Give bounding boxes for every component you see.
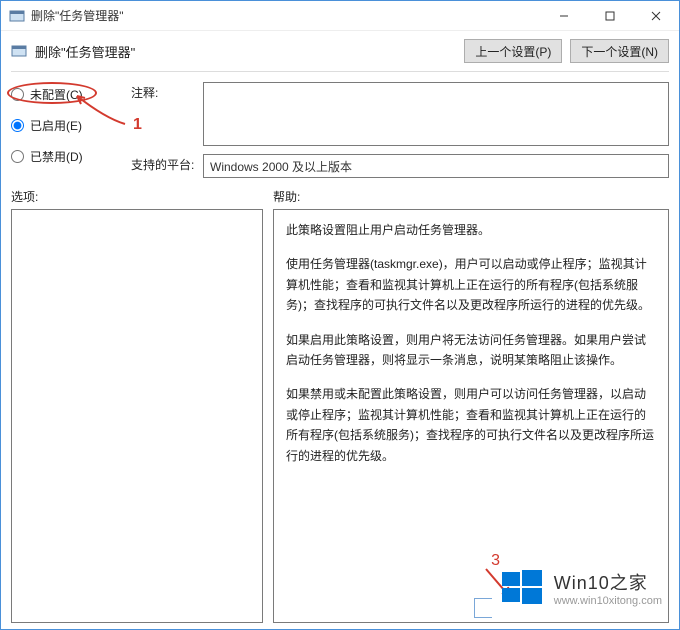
help-paragraph: 如果禁用或未配置此策略设置，则用户可以访问任务管理器，以启动或停止程序；监视其计… [286,384,656,466]
radio-enabled[interactable]: 已启用(E) [11,117,121,134]
divider [11,71,669,72]
config-area: 未配置(C) 已启用(E) 已禁用(D) 1 注释: 支持的平台: [1,76,679,182]
window-controls [541,1,679,31]
radio-label: 已启用(E) [30,117,82,134]
help-column: 帮助: 此策略设置阻止用户启动任务管理器。 使用任务管理器(taskmgr.ex… [273,188,669,623]
lower-area: 选项: 帮助: 此策略设置阻止用户启动任务管理器。 使用任务管理器(taskmg… [1,182,679,629]
next-setting-button[interactable]: 下一个设置(N) [570,39,669,63]
watermark: Win10之家 www.win10xitong.com [500,566,662,610]
help-text-box: 此策略设置阻止用户启动任务管理器。 使用任务管理器(taskmgr.exe)，用… [273,209,669,623]
help-paragraph: 使用任务管理器(taskmgr.exe)，用户可以启动或停止程序；监视其计算机性… [286,254,656,315]
comment-label: 注释: [131,82,195,146]
comment-row: 注释: [131,82,669,146]
radio-group: 未配置(C) 已启用(E) 已禁用(D) 1 [11,82,121,178]
policy-icon [11,43,27,59]
previous-setting-button[interactable]: 上一个设置(P) [464,39,562,63]
app-icon [9,8,25,24]
help-paragraph: 如果启用此策略设置，则用户将无法访问任务管理器。如果用户尝试启动任务管理器，则将… [286,330,656,371]
header-row: 删除"任务管理器" 上一个设置(P) 下一个设置(N) [1,31,679,71]
options-label: 选项: [11,188,263,205]
watermark-text: Win10之家 www.win10xitong.com [554,569,662,607]
platform-row: 支持的平台: Windows 2000 及以上版本 [131,154,669,178]
options-column: 选项: [11,188,263,623]
watermark-url: www.win10xitong.com [554,595,662,607]
policy-title: 删除"任务管理器" [35,42,456,61]
radio-label: 已禁用(D) [30,148,83,165]
help-label: 帮助: [273,188,669,205]
fields-column: 注释: 支持的平台: Windows 2000 及以上版本 [131,82,669,178]
radio-label: 未配置(C) [30,86,83,103]
radio-disabled[interactable]: 已禁用(D) [11,148,121,165]
platform-value: Windows 2000 及以上版本 [203,154,669,178]
close-button[interactable] [633,1,679,31]
windows-logo-icon [500,566,544,610]
titlebar: 删除"任务管理器" [1,1,679,31]
radio-not-configured-input[interactable] [11,88,24,101]
maximize-button[interactable] [587,1,633,31]
radio-enabled-input[interactable] [11,119,24,132]
dialog-window: 删除"任务管理器" 删除"任务管理器" 上一个设置(P) 下一个设置(N) 未配… [0,0,680,630]
comment-textarea[interactable] [203,82,669,146]
options-box [11,209,263,623]
radio-disabled-input[interactable] [11,150,24,163]
ok-button-fragment[interactable] [474,598,492,618]
annotation-number-1: 1 [133,116,142,134]
platform-label: 支持的平台: [131,154,195,178]
minimize-button[interactable] [541,1,587,31]
help-paragraph: 此策略设置阻止用户启动任务管理器。 [286,220,656,240]
radio-not-configured[interactable]: 未配置(C) [11,86,121,103]
window-title: 删除"任务管理器" [31,7,541,24]
watermark-brand: Win10之家 [554,569,662,595]
